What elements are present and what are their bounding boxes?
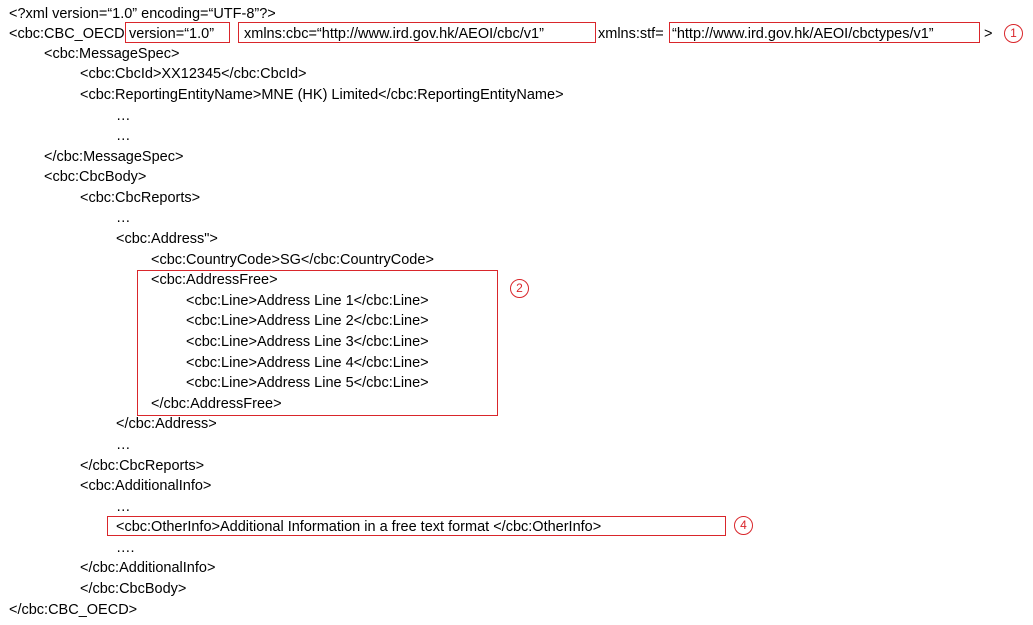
highlight-xmlns-cbc-box — [238, 22, 596, 43]
country-code-line: <cbc:CountryCode>SG</cbc:CountryCode> — [151, 252, 434, 268]
highlight-version-box — [125, 22, 230, 43]
marker-circle-2: 2 — [510, 279, 529, 298]
ellipsis: … — [116, 499, 131, 515]
root-close-tag: </cbc:CBC_OECD> — [9, 602, 138, 618]
highlight-address-free-box — [137, 270, 498, 416]
marker-circle-4: 4 — [734, 516, 753, 535]
ellipsis: … — [116, 437, 131, 453]
highlight-xmlns-stf-box — [669, 22, 980, 43]
ellipsis: … — [116, 108, 131, 124]
xml-declaration: <?xml version=“1.0” encoding=“UTF-8”?> — [9, 6, 276, 22]
reporting-entity-line: <cbc:ReportingEntityName>MNE (HK) Limite… — [80, 87, 564, 103]
highlight-other-info-box — [107, 516, 726, 536]
cbc-reports-open: <cbc:CbcReports> — [80, 190, 201, 206]
cbc-id-line: <cbc:CbcId>XX12345</cbc:CbcId> — [80, 66, 307, 82]
ellipsis: … — [116, 128, 131, 144]
root-close-bracket: > — [984, 26, 993, 42]
message-spec-close: </cbc:MessageSpec> — [44, 149, 184, 165]
additional-info-close: </cbc:AdditionalInfo> — [80, 560, 216, 576]
cbc-body-open: <cbc:CbcBody> — [44, 169, 147, 185]
ellipsis: … — [116, 210, 131, 226]
root-open-tag: <cbc:CBC_OECD — [9, 26, 125, 42]
additional-info-open: <cbc:AdditionalInfo> — [80, 478, 212, 494]
root-xmlns-stf-label: xmlns:stf= — [598, 26, 664, 42]
ellipsis: …. — [116, 540, 135, 556]
message-spec-open: <cbc:MessageSpec> — [44, 46, 180, 62]
cbc-reports-close: </cbc:CbcReports> — [80, 458, 205, 474]
address-open: <cbc:Address"> — [116, 231, 218, 247]
cbc-body-close: </cbc:CbcBody> — [80, 581, 187, 597]
address-close: </cbc:Address> — [116, 416, 217, 432]
marker-circle-1: 1 — [1004, 24, 1023, 43]
